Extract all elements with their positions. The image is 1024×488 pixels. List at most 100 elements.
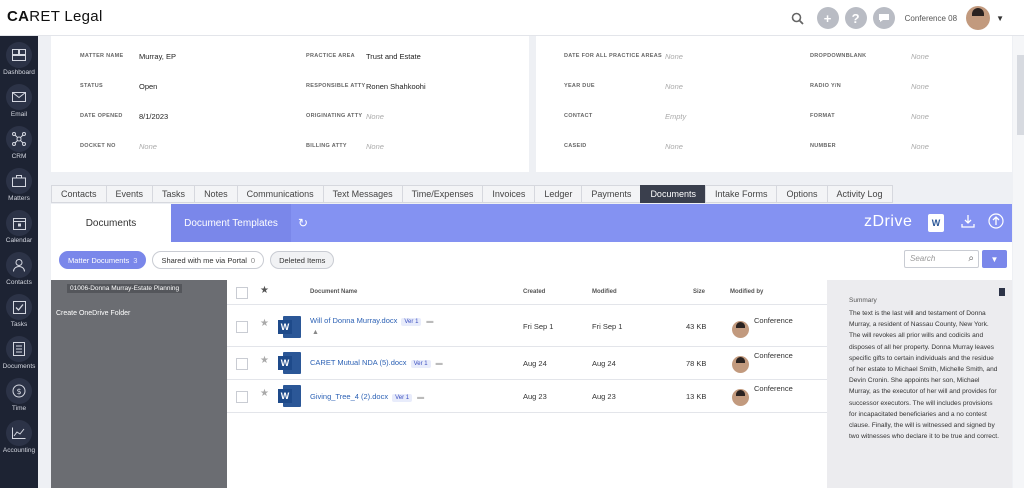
word-new-icon[interactable]: W (928, 214, 944, 232)
tab-notes[interactable]: Notes (194, 185, 237, 203)
practice-area-value: Trust and Estate (366, 52, 421, 61)
tasks-icon (6, 294, 32, 320)
star-header-icon[interactable]: ★ (260, 285, 269, 296)
word-document-icon: W (278, 352, 301, 374)
version-badge[interactable]: Ver 1 (410, 360, 431, 368)
row-checkbox[interactable] (236, 358, 248, 370)
custom-fields-panel: DATE FOR ALL PRACTICE AREAS None YEAR DU… (536, 36, 1012, 172)
deleted-items-chip[interactable]: Deleted Items (270, 251, 335, 269)
tab-activity-log[interactable]: Activity Log (826, 185, 893, 203)
format-value: None (911, 112, 929, 121)
side-drawer-handle[interactable] (1017, 55, 1024, 135)
field-label: BILLING ATTY (306, 143, 347, 149)
sidebar-item-accounting[interactable]: Accounting (0, 420, 38, 454)
field-label: DROPDOWNBLANK (810, 53, 867, 59)
search-icon[interactable]: ⌕ (968, 253, 974, 264)
tab-ledger[interactable]: Ledger (534, 185, 582, 203)
header-modified[interactable]: Modified (592, 289, 617, 295)
date-opened-value: 8/1/2023 (139, 112, 169, 121)
header-size[interactable]: Size (693, 289, 705, 295)
sidebar-item-matters[interactable]: Matters (0, 168, 38, 202)
user-avatar[interactable] (966, 6, 991, 30)
document-name-link[interactable]: Giving_Tree_4 (2).docx Ver 1 ▬ (310, 392, 424, 402)
filter-button[interactable]: ▼ (982, 250, 1007, 268)
sidebar-item-documents[interactable]: Documents (0, 336, 38, 370)
document-name-link[interactable]: CARET Mutual NDA (5).docx Ver 1 ▬ (310, 358, 443, 368)
matter-documents-chip[interactable]: Matter Documents 3 (59, 251, 147, 269)
header-modified-by[interactable]: Modified by (730, 289, 763, 295)
chevron-down-icon[interactable]: ▼ (996, 14, 1004, 23)
tab-events[interactable]: Events (105, 185, 153, 203)
header-created[interactable]: Created (523, 289, 545, 295)
folder-item[interactable]: 01006-Donna Murray-Estate Planning (67, 284, 183, 293)
person-icon[interactable]: ▲ (312, 329, 319, 336)
comment-icon[interactable]: ▬ (417, 394, 424, 401)
version-badge[interactable]: Ver 1 (392, 394, 413, 402)
tab-text-messages[interactable]: Text Messages (322, 185, 402, 203)
search-icon[interactable] (787, 7, 809, 29)
comment-icon[interactable]: ▬ (426, 318, 433, 325)
tab-payments[interactable]: Payments (581, 185, 641, 203)
pin-icon[interactable] (999, 288, 1005, 296)
status-value: Open (139, 82, 158, 91)
table-row[interactable]: ★ W Giving_Tree_4 (2).docx Ver 1 ▬ Aug 23 … (227, 380, 827, 413)
app-logo[interactable]: CARET Legal (7, 8, 103, 25)
version-badge[interactable]: Ver 1 (401, 318, 422, 326)
create-onedrive-folder-link[interactable]: Create OneDrive Folder (56, 310, 130, 317)
field-label: ORIGINATING ATTY (306, 113, 363, 119)
sidebar-item-calendar[interactable]: Calendar (0, 210, 38, 244)
docket-no-value: None (139, 142, 157, 151)
star-icon[interactable]: ★ (260, 355, 269, 366)
sidebar-item-email[interactable]: Email (0, 84, 38, 118)
sidebar: Dashboard Email CRM Matters Calendar Con… (0, 36, 38, 488)
tab-intake-forms[interactable]: Intake Forms (704, 185, 777, 203)
tab-document-templates[interactable]: Document Templates (171, 204, 291, 242)
sidebar-label: Accounting (2, 447, 36, 454)
sidebar-item-time[interactable]: $ Time (0, 378, 38, 412)
zdrive-logo: zDrive (864, 213, 913, 230)
upload-icon[interactable] (988, 213, 1004, 232)
dropdownblank-value: None (911, 52, 929, 61)
sidebar-item-tasks[interactable]: Tasks (0, 294, 38, 328)
select-all-checkbox[interactable] (236, 287, 248, 299)
documents-table: ★ Document Name Created Modified Size Mo… (227, 280, 827, 413)
top-actions: + ? Conference 08 ▼ (787, 6, 1004, 30)
chat-icon[interactable] (872, 7, 895, 29)
table-row[interactable]: ★ W CARET Mutual NDA (5).docx Ver 1 ▬ Aug … (227, 347, 827, 380)
table-row[interactable]: ★ W Will of Donna Murray.docx Ver 1 ▬ ▲ Fr… (227, 305, 827, 347)
sidebar-item-dashboard[interactable]: Dashboard (0, 42, 38, 76)
refresh-icon[interactable]: ↻ (298, 216, 308, 230)
tab-communications[interactable]: Communications (236, 185, 323, 203)
help-icon[interactable]: ? (844, 7, 867, 29)
sidebar-item-contacts[interactable]: Contacts (0, 252, 38, 286)
document-search-input[interactable]: Search ⌕ (904, 250, 979, 268)
tab-invoices[interactable]: Invoices (482, 185, 535, 203)
modified-by-name: Conference (754, 384, 793, 393)
field-label: RESPONSIBLE ATTY (306, 83, 366, 89)
accounting-icon (6, 420, 32, 446)
tab-documents-sub[interactable]: Documents (51, 204, 171, 242)
tab-time-expenses[interactable]: Time/Expenses (401, 185, 483, 203)
row-checkbox[interactable] (236, 321, 248, 333)
row-checkbox[interactable] (236, 391, 248, 403)
email-icon (6, 84, 32, 110)
header-document-name[interactable]: Document Name (310, 289, 357, 295)
tab-tasks[interactable]: Tasks (152, 185, 195, 203)
tab-documents[interactable]: Documents (640, 185, 705, 203)
calendar-icon (6, 210, 32, 236)
matters-icon (6, 168, 32, 194)
comment-icon[interactable]: ▬ (436, 360, 443, 367)
add-icon[interactable]: + (816, 7, 839, 29)
field-label: DATE OPENED (80, 113, 123, 119)
user-name[interactable]: Conference 08 (905, 14, 957, 23)
star-icon[interactable]: ★ (260, 388, 269, 399)
sidebar-item-crm[interactable]: CRM (0, 126, 38, 160)
document-name-link[interactable]: Will of Donna Murray.docx Ver 1 ▬ (310, 316, 433, 326)
top-bar: CARET Legal + ? Conference 08 ▼ (0, 0, 1024, 36)
tab-options[interactable]: Options (776, 185, 827, 203)
star-icon[interactable]: ★ (260, 318, 269, 329)
shared-portal-chip[interactable]: Shared with me via Portal 0 (152, 251, 265, 269)
folder-tree: 01006-Donna Murray-Estate Planning Creat… (51, 280, 227, 488)
download-icon[interactable] (961, 214, 975, 231)
tab-contacts[interactable]: Contacts (51, 185, 106, 203)
